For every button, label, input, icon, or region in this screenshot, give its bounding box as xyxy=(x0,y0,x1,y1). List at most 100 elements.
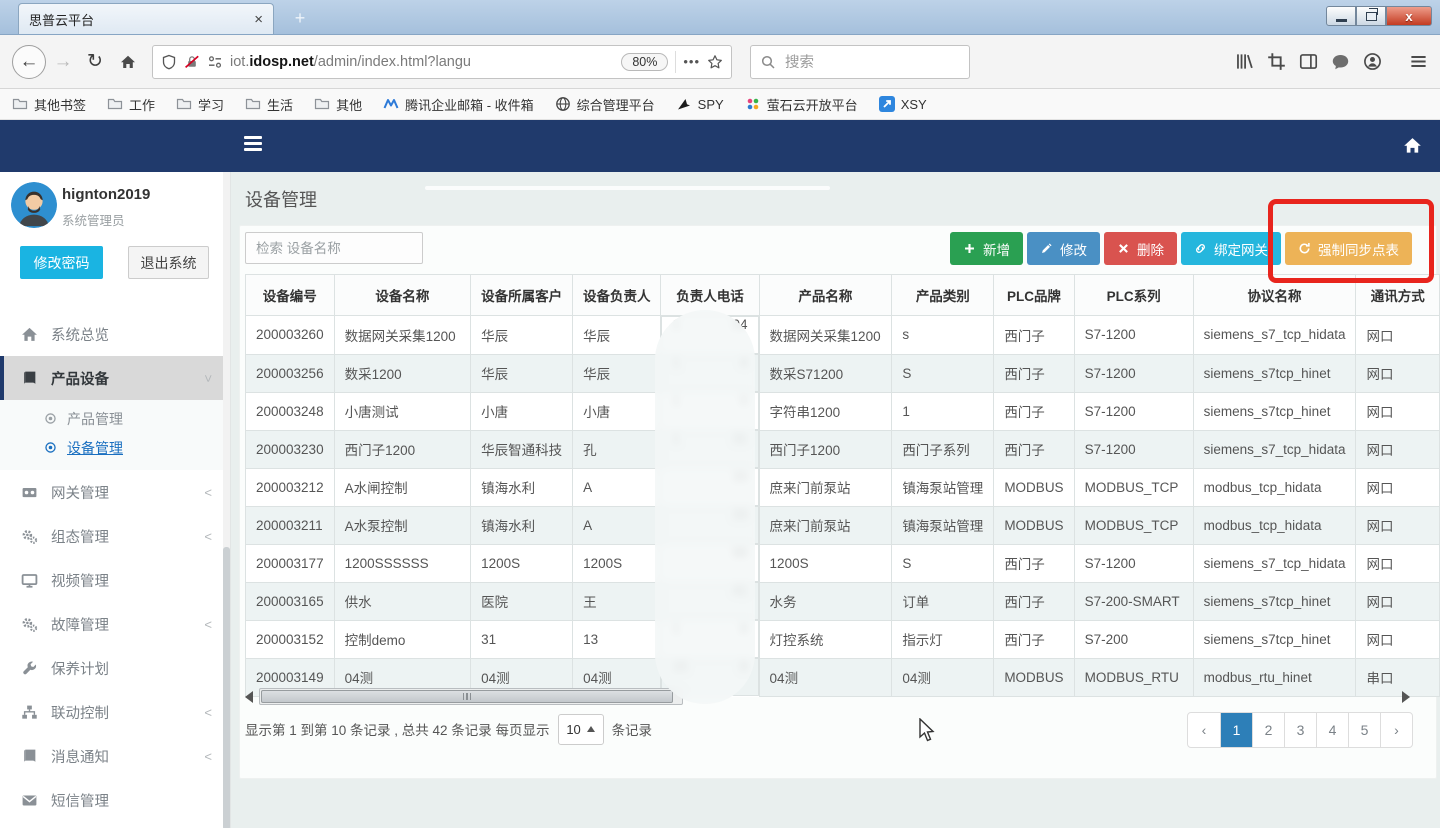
scrollbar-track[interactable] xyxy=(259,688,683,705)
delete-button[interactable]: 删除 xyxy=(1104,232,1177,265)
new-tab-button[interactable]: + xyxy=(286,7,314,30)
pager-page[interactable]: 1 xyxy=(1220,713,1252,747)
horizontal-scrollbar[interactable] xyxy=(245,688,1434,705)
bookmark-item[interactable]: SPY xyxy=(676,96,724,112)
pager-next[interactable]: › xyxy=(1380,713,1412,747)
window-close-button[interactable]: x xyxy=(1386,6,1432,26)
table-row[interactable]: 200003256数采1200华辰华辰14数采S71200S西门子S7-1200… xyxy=(246,354,1440,392)
page-actions-icon[interactable]: ••• xyxy=(683,54,700,69)
sidebar-item[interactable]: 保养计划 xyxy=(0,646,230,690)
table-row[interactable]: 200003212A水闸控制镇海水利A33庶来门前泵站镇海泵站管理MODBUSM… xyxy=(246,468,1440,506)
book-icon xyxy=(21,748,38,765)
table-row[interactable]: 200003260数据网关采集1200华辰华辰104数据网关采集1200s西门子… xyxy=(246,316,1440,355)
add-button[interactable]: 新增 xyxy=(950,232,1023,265)
pager-page[interactable]: 3 xyxy=(1284,713,1316,747)
pager-page[interactable]: 2 xyxy=(1252,713,1284,747)
page-size-select[interactable]: 10 xyxy=(558,714,604,745)
column-header: PLC系列 xyxy=(1074,275,1193,316)
avatar[interactable] xyxy=(11,182,57,228)
sidebars-icon[interactable] xyxy=(1299,52,1318,71)
table-cell: 医院 xyxy=(471,582,573,620)
url-bar[interactable]: iot.idosp.net/admin/index.html?langu 80%… xyxy=(152,45,732,79)
table-row[interactable]: 200003248小唐测试小唐小唐10字符串12001西门子S7-1200sie… xyxy=(246,392,1440,430)
table-cell: 网口 xyxy=(1356,582,1440,620)
pagination-text-suffix: 条记录 xyxy=(612,719,653,739)
insecure-lock-icon[interactable] xyxy=(184,54,200,70)
bookmark-star-icon[interactable] xyxy=(707,54,723,70)
pager-page[interactable]: 4 xyxy=(1316,713,1348,747)
table-row[interactable]: 200003230西门子1200华辰智通科技孔131西门子1200西门子系列西门… xyxy=(246,430,1440,468)
table-row[interactable]: 2000031771200SSSSSS1200S1200S881200SS西门子… xyxy=(246,544,1440,582)
pocket-icon[interactable] xyxy=(1331,52,1350,71)
library-icon[interactable] xyxy=(1235,52,1254,71)
bookmarks-bar: 其他书签 工作 学习 生活 其他 腾讯企业邮箱 - 收件箱 综合管理平台 SPY 萤石云开放平台… xyxy=(0,89,1440,120)
sidebar-item-label: 组态管理 xyxy=(51,526,109,547)
bookmark-item[interactable]: 生活 xyxy=(245,95,293,114)
sidebar-item[interactable]: 短信管理 xyxy=(0,778,230,822)
forward-button[interactable]: → xyxy=(48,51,78,73)
sidebar-item[interactable]: 系统总览 xyxy=(0,312,230,356)
scroll-left-arrow-icon[interactable] xyxy=(245,691,253,703)
bookmark-item[interactable]: XSY xyxy=(879,96,927,112)
sidebar-subitem[interactable]: 设备管理 xyxy=(0,433,230,462)
table-cell: 字符串1200 xyxy=(759,392,892,430)
shield-icon[interactable] xyxy=(161,54,177,70)
pager-prev[interactable]: ‹ xyxy=(1188,713,1220,747)
pager-page[interactable]: 5 xyxy=(1348,713,1380,747)
bookmark-item[interactable]: 腾讯企业邮箱 - 收件箱 xyxy=(383,95,534,114)
sidebar-toggle-icon[interactable] xyxy=(244,136,262,151)
sidebar-scrollbar[interactable] xyxy=(223,172,230,828)
sidebar-item[interactable]: 联动控制< xyxy=(0,690,230,734)
browser-tab[interactable]: 思普云平台 × xyxy=(18,3,274,34)
scrollbar-thumb[interactable] xyxy=(261,690,673,703)
account-icon[interactable] xyxy=(1363,52,1382,71)
menu-icon[interactable] xyxy=(1409,52,1428,71)
sidebar-subitem[interactable]: 产品管理 xyxy=(0,404,230,433)
window-minimize-button[interactable] xyxy=(1326,6,1356,26)
sidebar-item[interactable]: 网关管理< xyxy=(0,470,230,514)
sidebar-item[interactable]: 视频管理 xyxy=(0,558,230,602)
bookmark-item[interactable]: 工作 xyxy=(107,95,155,114)
table-cell: MODBUS xyxy=(994,506,1074,544)
table-cell: 1200S xyxy=(759,544,892,582)
table-row[interactable]: 200003152控制demo311318灯控系统指示灯西门子S7-200sie… xyxy=(246,620,1440,658)
button-label: 绑定网关 xyxy=(1214,239,1268,259)
permissions-icon[interactable] xyxy=(207,54,223,70)
app-home-icon[interactable] xyxy=(1403,136,1422,155)
decorative-line xyxy=(425,186,830,190)
browser-search-bar[interactable]: 搜索 xyxy=(750,45,970,79)
sidebar-item-label: 故障管理 xyxy=(51,614,109,635)
sidebar-item[interactable]: 产品设备< xyxy=(0,356,230,400)
device-search-input[interactable] xyxy=(245,232,423,264)
bookmark-item[interactable]: 其他书签 xyxy=(12,95,86,114)
sidebar-item[interactable]: 组态管理< xyxy=(0,514,230,558)
back-button[interactable]: ← xyxy=(12,45,46,79)
screenshot-icon[interactable] xyxy=(1267,52,1286,71)
table-cell: 镇海泵站管理 xyxy=(892,506,994,544)
window-restore-button[interactable] xyxy=(1356,6,1386,26)
sidebar-item[interactable]: 故障管理 < xyxy=(0,602,230,646)
scroll-right-arrow-icon[interactable] xyxy=(1402,691,1410,703)
browser-home-button[interactable] xyxy=(112,54,144,70)
tab-close-icon[interactable]: × xyxy=(254,12,263,27)
table-cell: siemens_s7_tcp_hidata xyxy=(1193,316,1356,355)
bookmark-item[interactable]: 萤石云开放平台 xyxy=(745,95,858,114)
table-cell: siemens_s7tcp_hinet xyxy=(1193,582,1356,620)
bookmark-label: 生活 xyxy=(267,95,293,114)
table-row[interactable]: 200003211A水泵控制镇海水利A33庶来门前泵站镇海泵站管理MODBUSM… xyxy=(246,506,1440,544)
table-cell: 控制demo xyxy=(334,620,471,658)
sidebar-item[interactable]: 空间管理 xyxy=(0,822,230,828)
bookmark-item[interactable]: 其他 xyxy=(314,95,362,114)
edit-button[interactable]: 修改 xyxy=(1027,232,1100,265)
bookmark-item[interactable]: 综合管理平台 xyxy=(555,95,655,114)
sidebar-item[interactable]: 消息通知< xyxy=(0,734,230,778)
chevron-left-icon: < xyxy=(204,617,212,632)
bind-gateway-button[interactable]: 绑定网关 xyxy=(1181,232,1281,265)
bookmark-item[interactable]: 学习 xyxy=(176,95,224,114)
table-cell: S7-200-SMART xyxy=(1074,582,1193,620)
reload-button[interactable]: ↻ xyxy=(80,50,110,73)
zoom-level-badge[interactable]: 80% xyxy=(621,53,668,71)
logout-button[interactable]: 退出系统 xyxy=(128,246,209,279)
table-row[interactable]: 200003165供水医院王41水务订单西门子S7-200-SMARTsieme… xyxy=(246,582,1440,620)
change-password-button[interactable]: 修改密码 xyxy=(20,246,103,279)
